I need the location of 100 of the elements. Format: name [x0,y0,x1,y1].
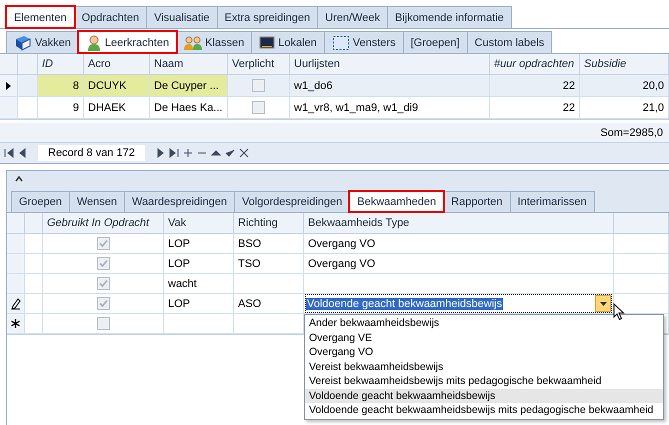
table-cell: w1_do6 [290,75,490,97]
tab[interactable]: Rapporten [443,191,511,212]
table-cell: De Cuyper ... [150,75,228,97]
header-cell [25,213,43,234]
table-cell [234,274,304,294]
table-cell: wacht [164,274,234,294]
dropdown-option[interactable]: Vereist bekwaamheidsbewijs mits pedagogische bekwaamheid [305,374,663,388]
tab-label: Custom labels [474,36,544,48]
table-cell: Overgang VO [304,254,614,274]
checkbox[interactable] [96,277,110,290]
table-cell: ASO [234,294,304,314]
table-cell: 20,0 [580,75,669,97]
last-record-icon[interactable] [168,148,179,158]
table-cell: TSO [234,254,304,274]
table-cell: 21,0 [580,97,669,119]
table-cell: 22 [490,75,580,97]
dashed-frame-icon [332,34,350,50]
checkbox[interactable] [96,237,110,250]
previous-icon[interactable] [18,148,28,158]
record-counter: Record 8 van 172 [38,145,145,161]
dropdown-option[interactable]: Overgang VO [305,345,663,360]
dropdown-option[interactable]: Ander bekwaamheidsbewijs [305,316,663,330]
dropdown-option[interactable]: Vereist bekwaamheidsbewijs [305,360,663,374]
first-record-icon[interactable] [4,148,14,158]
tab-label: Vakken [35,36,71,48]
table-cell: DHAEK [84,97,150,119]
checkbox[interactable] [96,297,110,310]
column-header[interactable]: Bekwaamheids Type [304,213,614,234]
tab[interactable]: Visualisatie [146,6,218,28]
column-header[interactable]: Gebruikt In Opdracht [43,213,164,234]
column-header[interactable]: ID [38,54,84,75]
column-header[interactable]: Naam [150,54,228,75]
tab[interactable]: Groepen [11,191,70,212]
add-icon[interactable] [182,148,193,158]
tab[interactable]: Extra spreidingen [216,6,318,28]
column-header[interactable]: Richting [234,213,304,234]
tab-label: Lokalen [278,36,317,48]
column-header[interactable]: Subsidie [580,54,669,75]
row-indicator[interactable] [0,75,18,97]
tab[interactable]: Custom labels [466,31,552,53]
tab[interactable]: Bekwaamheden [349,191,444,212]
tab-label: Leerkrachten [104,36,170,48]
tab[interactable]: Elementen [6,6,75,28]
column-header[interactable]: #uur opdrachten [490,54,580,75]
caret-icon[interactable] [600,302,606,306]
header-corner-cell [0,54,18,75]
tab[interactable]: Leerkrachten [78,31,178,53]
tab[interactable]: Lokalen [251,31,325,53]
dropdown-option[interactable]: Voldoende geacht bekwaamheidsbewijs mits pedagogische bekwaamheid [305,403,663,418]
table-cell: DCUYK [84,75,150,97]
tab[interactable]: Vensters [324,31,404,53]
tab[interactable]: Vakken [6,31,79,53]
tab[interactable]: Interimarissen [510,191,595,212]
table-cell: 9 [38,97,84,119]
table-cell: Overgang VO [304,234,614,254]
table-cell: BSO [234,234,304,254]
dropdown-option[interactable]: Overgang VE [305,330,663,345]
close-icon[interactable] [238,148,249,158]
tab-label: Vensters [352,36,396,48]
column-header[interactable]: Verplicht [228,54,290,75]
tab[interactable]: Bijkomende informatie [386,6,512,28]
people-icon [184,34,202,50]
header-cell [614,213,669,234]
tab[interactable]: Waardespreidingen [124,191,235,212]
dropdown-field[interactable]: Voldoende geacht bekwaamheidsbewijs [305,294,612,313]
collapse-icon[interactable] [15,176,23,182]
column-header[interactable]: Uurlijsten [290,54,490,75]
header-cell [18,54,38,75]
tab-label: [Groepen] [410,36,460,48]
checkbox[interactable] [252,101,265,114]
checkbox[interactable] [96,317,110,330]
checkmark-icon[interactable] [224,148,235,158]
tab[interactable]: Volgordespreidingen [234,191,350,212]
checkbox[interactable] [252,79,265,92]
table-cell: 22 [490,97,580,119]
table-cell: 8 [38,75,84,97]
header-corner-cell [7,213,25,234]
row-indicator[interactable] [7,294,25,314]
monitor-icon [259,36,276,50]
tab[interactable]: Wensen [68,191,125,212]
tab[interactable]: Uren/Week [317,6,388,28]
table-cell: De Haes Ka... [150,97,228,119]
table-cell: LOP [164,294,234,314]
table-cell: LOP [164,234,234,254]
column-header[interactable]: Vak [164,213,234,234]
pencil-icon [10,298,20,310]
up-icon[interactable] [210,148,221,158]
checkbox[interactable] [96,257,110,270]
row-indicator[interactable] [7,314,25,334]
table-cell: w1_vr8, w1_ma9, w1_di9 [290,97,490,119]
table-cell: LOP [164,254,234,274]
tab[interactable]: Klassen [176,31,252,53]
tab[interactable]: [Groepen] [402,31,468,53]
tab[interactable]: Opdrachten [74,6,148,28]
row-pointer-icon [6,82,11,90]
tab-label: Klassen [205,36,244,48]
next-icon[interactable] [154,148,165,158]
column-header[interactable]: Acro [84,54,150,75]
dropdown-option[interactable]: Voldoende geacht bekwaamheidsbewijs [305,388,663,403]
person-icon [86,34,102,50]
